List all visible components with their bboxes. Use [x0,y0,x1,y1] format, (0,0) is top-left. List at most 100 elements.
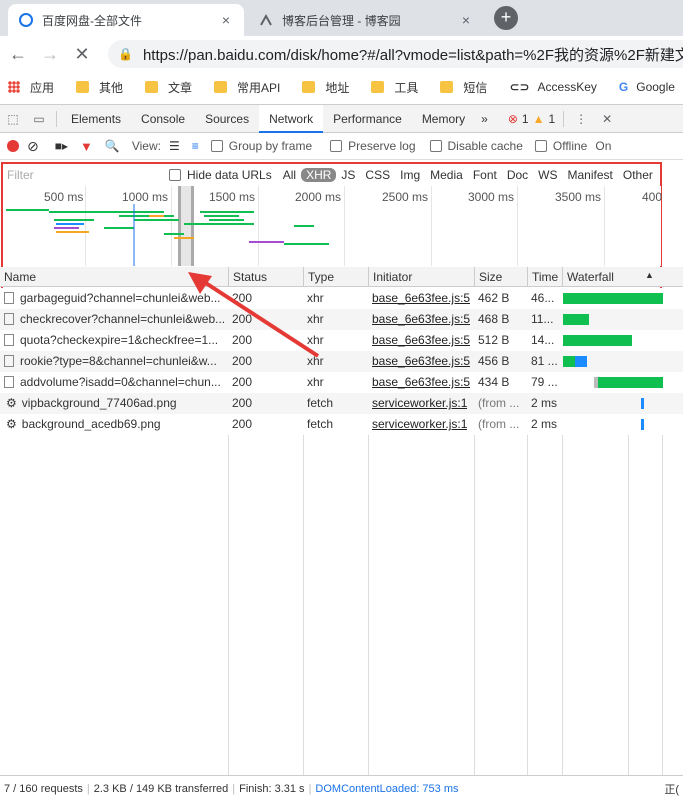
tab-performance[interactable]: Performance [323,105,412,133]
tab-memory[interactable]: Memory [412,105,475,133]
warning-count[interactable]: 1 [548,112,555,126]
gear-icon: ⚙ [6,396,17,410]
filter-type-manifest[interactable]: Manifest [563,168,618,182]
bookmark-folder[interactable]: 短信 [440,79,487,96]
waterfall-bar [598,377,663,388]
bookmark-folder[interactable]: 其他 [76,79,123,96]
table-row[interactable]: addvolume?isadd=0&channel=chun... 200 xh… [0,372,683,393]
waterfall-bar [563,356,575,367]
bookmark-folder[interactable]: 地址 [302,79,349,96]
request-initiator[interactable]: serviceworker.js:1 [368,414,467,435]
preserve-log-checkbox[interactable] [330,140,343,152]
error-count[interactable]: 1 [522,112,529,126]
request-initiator[interactable]: base_6e63fee.js:5 [368,330,470,351]
forward-arrow-icon[interactable]: → [36,40,64,68]
back-arrow-icon[interactable]: ← [4,40,32,68]
more-tabs-button[interactable]: » [475,105,494,133]
filter-type-all[interactable]: All [278,168,301,182]
group-by-frame-checkbox[interactable] [210,140,223,152]
tab-console[interactable]: Console [131,105,195,133]
filter-funnel-icon[interactable]: ▼ [80,139,93,154]
devtools-tabbar: ⬚ ▭ Elements Console Sources Network Per… [0,104,683,133]
device-toolbar-icon[interactable]: ▭ [26,105,52,133]
file-icon [4,355,14,367]
clear-icon[interactable]: ⊘ [27,138,39,155]
tab-sources[interactable]: Sources [195,105,259,133]
request-size: (from ... [478,396,520,410]
folder-icon [440,81,454,93]
kebab-menu-icon[interactable]: ⋮ [568,105,594,133]
request-initiator[interactable]: base_6e63fee.js:5 [368,351,470,372]
folder-icon [302,81,316,93]
sort-triangle-icon[interactable]: ▲ [645,270,654,280]
request-time: 2 ms [531,396,558,410]
bookmark-google[interactable]: G Google [619,80,675,94]
new-tab-button[interactable]: + [494,6,518,30]
request-initiator[interactable]: serviceworker.js:1 [368,393,467,414]
stop-loading-icon[interactable]: ✕ [68,40,96,68]
waterfall-view-icon[interactable]: ≡ [192,139,199,153]
filter-type-ws[interactable]: WS [533,168,562,182]
close-icon[interactable]: ✕ [594,105,620,133]
request-name: vipbackground_77406ad.png [21,396,177,410]
table-row[interactable]: ⚙ vipbackground_77406ad.png 200 fetch ser… [0,393,683,414]
bookmark-label: 文章 [168,80,193,95]
filter-type-css[interactable]: CSS [360,168,395,182]
bookmark-folder[interactable]: 常用API [214,79,280,96]
network-toolbar: ⊘ ■▸ ▼ 🔍 View: ☰ ≡ Group by frame Preser… [0,133,683,160]
table-row[interactable]: checkrecover?channel=chunlei&web... 200 … [0,309,683,330]
column-size[interactable]: Size [474,267,527,286]
column-initiator[interactable]: Initiator [368,267,474,286]
table-row[interactable]: rookie?type=8&channel=chunlei&w... 200 x… [0,351,683,372]
request-initiator[interactable]: base_6e63fee.js:5 [368,372,470,393]
table-row[interactable]: quota?checkexpire=1&checkfree=1... 200 x… [0,330,683,351]
request-size: (from ... [478,417,520,431]
bookmark-label: 地址 [325,80,350,95]
request-status: 200 [232,417,253,431]
filter-type-doc[interactable]: Doc [502,168,533,182]
throttling-select[interactable]: On [595,139,611,153]
request-status: 200 [232,375,253,389]
record-icon[interactable] [7,140,19,152]
tab-elements[interactable]: Elements [61,105,131,133]
disable-cache-checkbox[interactable] [429,140,442,152]
list-view-icon[interactable]: ☰ [169,139,180,153]
browser-tab-blog[interactable]: 博客后台管理 - 博客园 × [248,4,484,36]
tab-network[interactable]: Network [259,104,324,133]
group-by-frame-label: Group by frame [228,139,313,153]
request-time: 81 ... [531,354,558,368]
video-camera-icon[interactable]: ■▸ [55,139,68,153]
offline-checkbox[interactable] [534,140,547,152]
url-text: https://pan.baidu.com/disk/home?#/all?vm… [142,46,683,64]
request-size: 456 B [478,354,510,368]
request-initiator[interactable]: base_6e63fee.js:5 [368,288,470,309]
search-icon[interactable]: 🔍 [105,139,120,153]
table-row[interactable]: ⚙ background_acedb69.png 200 fetch servic… [0,414,683,435]
bookmark-folder[interactable]: 文章 [145,79,192,96]
filter-type-media[interactable]: Media [425,168,468,182]
filter-type-font[interactable]: Font [468,168,502,182]
filter-input[interactable]: Filter [5,166,165,184]
network-overview-timeline[interactable]: 500 ms 1000 ms 1500 ms 2000 ms 2500 ms 3… [4,186,662,266]
filter-type-xhr[interactable]: XHR [301,168,337,182]
address-bar[interactable]: 🔒 https://pan.baidu.com/disk/home?#/all?… [108,40,683,68]
table-row[interactable]: garbageguid?channel=chunlei&web... 200 x… [0,288,683,309]
filter-bar: Filter Hide data URLs All XHR JS CSS Img… [3,164,660,186]
close-icon[interactable]: × [458,12,474,28]
bookmark-folder[interactable]: 工具 [371,79,418,96]
request-initiator[interactable]: base_6e63fee.js:5 [368,309,470,330]
close-icon[interactable]: × [218,12,234,28]
filter-type-other[interactable]: Other [618,168,658,182]
lock-icon: 🔒 [118,47,133,61]
filter-type-js[interactable]: JS [336,168,360,182]
bookmark-accesskey[interactable]: ⊂⊃ AccessKey [509,80,596,94]
folder-icon [214,81,228,93]
browser-tab-baidu[interactable]: 百度网盘-全部文件 × [8,4,244,36]
column-time[interactable]: Time [527,267,562,286]
bookmark-apps[interactable]: 应用 [8,79,54,96]
hide-data-urls-checkbox[interactable] [169,169,181,181]
filter-type-img[interactable]: Img [395,168,425,182]
request-size: 512 B [478,333,510,347]
inspect-element-icon[interactable]: ⬚ [0,105,26,133]
bookmark-label: 工具 [394,80,419,95]
